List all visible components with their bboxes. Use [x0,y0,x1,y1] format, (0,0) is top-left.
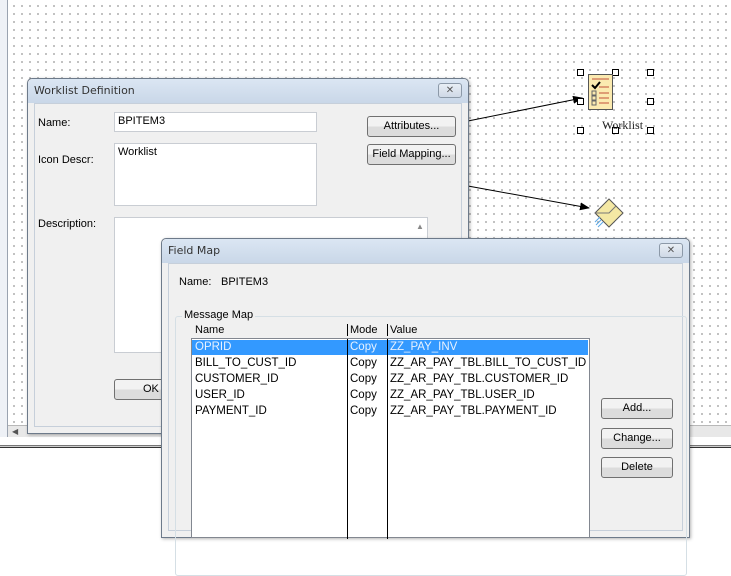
selection-handle[interactable] [647,98,654,105]
cell-mode: Copy [350,405,377,417]
column-header-mode[interactable]: Mode [347,324,378,336]
selection-handle[interactable] [577,69,584,76]
column-divider [387,339,388,539]
table-row[interactable]: CUSTOMER_ID Copy ZZ_AR_PAY_TBL.CUSTOMER_ID [192,372,588,387]
change-button[interactable]: Change... [601,428,673,449]
scroll-left-icon[interactable]: ◀ [12,427,18,436]
selection-handle[interactable] [647,69,654,76]
close-button[interactable]: ✕ [659,243,683,258]
cell-value: ZZ_AR_PAY_TBL.CUSTOMER_ID [390,373,569,385]
dialog-body: Name: BPITEM3 Message Map Name Mode Valu… [168,263,687,576]
name-value: BPITEM3 [221,276,269,288]
worklist-node-label: Worklist [602,118,644,132]
arrow-to-worklist [467,95,583,122]
table-row[interactable]: PAYMENT_ID Copy ZZ_AR_PAY_TBL.PAYMENT_ID [192,404,588,419]
cell-value: ZZ_AR_PAY_TBL.USER_ID [390,389,535,401]
delete-button[interactable]: Delete [601,457,673,478]
dialog-title: Field Map [168,244,221,257]
cell-name: USER_ID [195,389,245,401]
icon-descr-label: Icon Descr: [38,154,94,166]
cell-mode: Copy [350,373,377,385]
cell-name: PAYMENT_ID [195,405,267,417]
message-map-label: Message Map [182,309,256,321]
cell-mode: Copy [350,341,377,353]
cell-value: ZZ_AR_PAY_TBL.BILL_TO_CUST_ID [390,357,587,369]
add-button[interactable]: Add... [601,398,673,419]
attributes-button[interactable]: Attributes... [367,116,456,137]
icon-descr-textarea[interactable]: Worklist [114,143,317,206]
name-label: Name: [38,117,71,129]
scroll-up-icon[interactable]: ▲ [416,222,424,231]
dialog-title: Worklist Definition [34,84,135,97]
selection-handle[interactable] [577,127,584,134]
dialog-title-bar[interactable]: Field Map ✕ [162,239,689,263]
email-icon[interactable] [593,196,625,230]
column-header-value[interactable]: Value [387,324,417,336]
cell-value: ZZ_AR_PAY_TBL.PAYMENT_ID [390,405,557,417]
column-header-name[interactable]: Name [195,324,224,336]
name-label: Name: [179,276,212,288]
worklist-node[interactable]: Worklist [576,68,658,138]
arrow-to-email [467,185,590,211]
description-label: Description: [38,218,97,230]
cell-mode: Copy [350,389,377,401]
cell-name: CUSTOMER_ID [195,373,279,385]
table-row[interactable]: OPRID Copy ZZ_PAY_INV [192,340,588,355]
selection-handle[interactable] [612,69,619,76]
cell-name: BILL_TO_CUST_ID [195,357,297,369]
worklist-icon [588,74,613,110]
field-mapping-button[interactable]: Field Mapping... [367,144,456,165]
column-divider [347,339,348,539]
table-row[interactable]: BILL_TO_CUST_ID Copy ZZ_AR_PAY_TBL.BILL_TO… [192,356,588,371]
dialog-title-bar[interactable]: Worklist Definition ✕ [28,79,468,103]
close-button[interactable]: ✕ [438,83,462,98]
selection-handle[interactable] [577,98,584,105]
field-map-dialog: Field Map ✕ Name: BPITEM3 Message Map Na… [161,238,690,576]
cell-value: ZZ_PAY_INV [390,341,458,353]
selection-handle[interactable] [647,127,654,134]
cell-mode: Copy [350,357,377,369]
message-map-list[interactable]: PAYMENT_ID Copy ZZ_AR_PAY_TBL.PAYMENT_ID US… [191,338,590,539]
cell-name: OPRID [195,341,232,353]
table-row[interactable]: USER_ID Copy ZZ_AR_PAY_TBL.USER_ID [192,388,588,403]
name-input[interactable]: BPITEM3 [114,112,317,132]
